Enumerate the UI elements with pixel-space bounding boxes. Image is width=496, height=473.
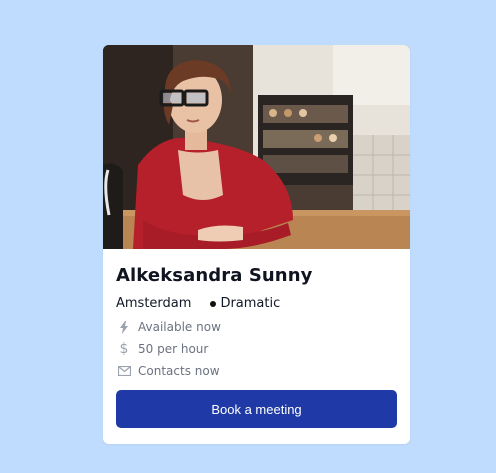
- separator-dot-icon: [210, 301, 217, 307]
- profile-photo: [103, 45, 410, 249]
- profile-name: Alkeksandra Sunny: [116, 265, 313, 286]
- profile-card: Alkeksandra Sunny Amsterdam Dramatic Ava…: [103, 45, 410, 444]
- rate-text: 50 per hour: [138, 342, 209, 356]
- dollar-icon: $: [119, 341, 129, 357]
- envelope-icon: [116, 366, 132, 376]
- book-meeting-button[interactable]: Book a meeting: [116, 390, 397, 428]
- profile-meta: Amsterdam Dramatic: [116, 296, 397, 312]
- city-label: Amsterdam: [116, 296, 192, 311]
- contacts-text[interactable]: Contacts now: [138, 364, 220, 378]
- info-list: Available now $ 50 per hour Contacts now: [116, 316, 397, 382]
- genre-label: Dramatic: [220, 296, 281, 311]
- rate-row: $ 50 per hour: [116, 338, 397, 360]
- availability-text: Available now: [138, 320, 221, 334]
- availability-row: Available now: [116, 316, 397, 338]
- bolt-icon: [116, 320, 132, 334]
- contacts-row: Contacts now: [116, 360, 397, 382]
